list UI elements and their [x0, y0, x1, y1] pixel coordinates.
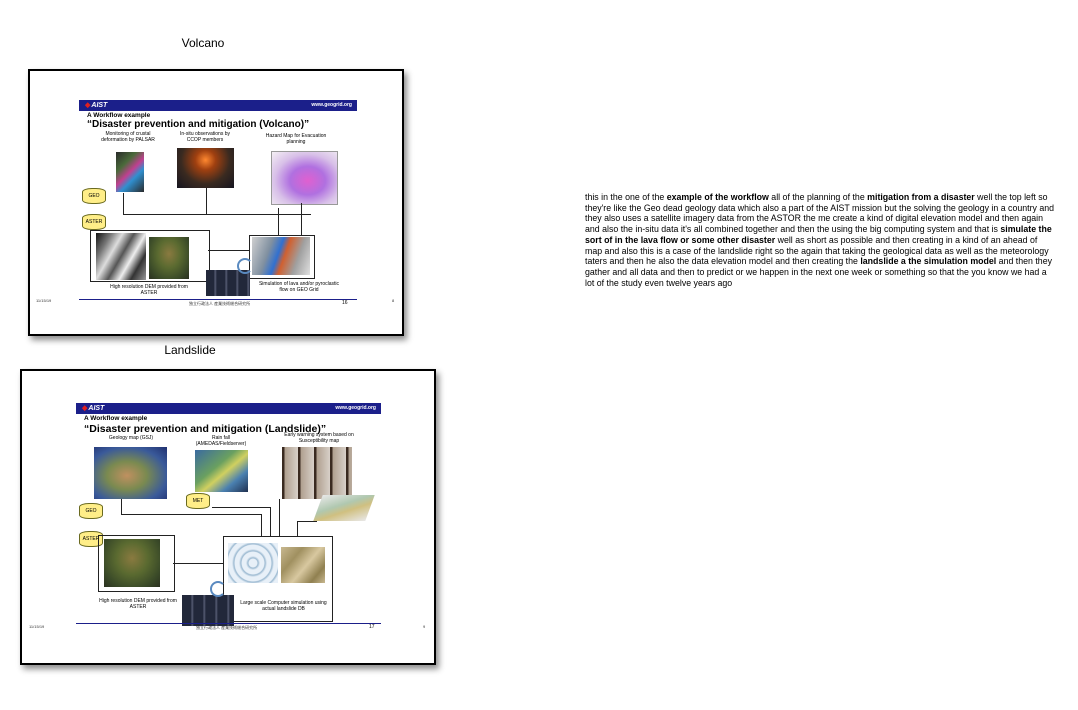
volcano-slide-frame[interactable]: 11/15/19 8 AIST www.geogrid.org A Workfl… [28, 69, 404, 336]
volcano-photo [177, 148, 234, 188]
label-monitoring: Monitoring of crustal deformation by PAL… [101, 131, 155, 143]
connector-line [123, 214, 311, 215]
speaker-notes: this in the one of the example of the wo… [585, 192, 1055, 288]
slide-subtitle: A Workflow example [87, 112, 151, 119]
label-insitu: In-situ observations by CCOP members [179, 131, 231, 143]
neural-network-diagram [228, 543, 278, 583]
arrow-icon [237, 258, 253, 274]
slide-side-number: 9 [423, 624, 426, 629]
dem-grey-image [96, 233, 146, 280]
notes-bold: landslide a the simulation model [860, 256, 997, 267]
geology-map-image [94, 447, 167, 499]
connector-line [121, 514, 261, 515]
label-dem: High resolution DEM provided from ASTER [99, 598, 177, 610]
palsar-image [116, 152, 144, 192]
dem-color-image [104, 539, 160, 587]
slide-header: AIST www.geogrid.org [76, 403, 381, 414]
connector-line [173, 563, 223, 564]
hazard-map-image [271, 151, 338, 205]
volcano-caption: Volcano [181, 36, 225, 50]
landslide-caption: Landslide [164, 343, 216, 357]
aist-logo: AIST [82, 404, 104, 412]
susceptibility-map-image [313, 495, 375, 521]
connector-line [261, 514, 262, 536]
slide-header: AIST www.geogrid.org [79, 100, 357, 111]
connector-line [279, 499, 280, 536]
simulation-image [252, 237, 310, 275]
met-cylinder: MET [186, 493, 210, 509]
warning-system-photo [282, 447, 352, 499]
landslide-map-image [281, 547, 325, 583]
label-simulation: Simulation of lava and/or pyroclastic fl… [258, 281, 340, 293]
notes-bold: example of the workflow [666, 192, 769, 202]
footer-rule [76, 623, 381, 624]
slide-title: “Disaster prevention and mitigation (Vol… [87, 119, 310, 130]
label-computer: Large scale Computer simulation using ac… [240, 600, 327, 612]
notes-text: all of the planning of the [768, 192, 868, 202]
slide-footer: 独立行政法人 産業技術総合研究所 [189, 301, 251, 306]
landslide-slide: AIST www.geogrid.org A Workflow example … [76, 403, 381, 630]
supercomputer-image [182, 595, 234, 626]
slide-subtitle: A Workflow example [84, 415, 148, 422]
slide-date: 11/15/19 [29, 624, 45, 629]
slide-date: 11/15/19 [36, 298, 52, 303]
connector-line [212, 507, 270, 508]
connector-line [206, 188, 207, 214]
connector-line [278, 208, 279, 236]
label-rainfall: Rain fall (AMEDAS/Fieldserver) [195, 435, 247, 447]
connector-line [123, 193, 124, 215]
geo-cylinder: GEO [79, 503, 103, 519]
volcano-slide: AIST www.geogrid.org A Workflow example … [79, 100, 357, 306]
aster-cylinder: ASTER [82, 214, 106, 230]
dem-color-image [149, 237, 189, 279]
connector-line [208, 250, 249, 251]
connector-line [297, 521, 317, 522]
aist-logo: AIST [85, 101, 107, 109]
label-geology: Geology map (GSJ) [108, 435, 154, 441]
rainfall-map-image [195, 450, 248, 492]
connector-line [297, 521, 298, 536]
header-url: www.geogrid.org [335, 405, 376, 411]
header-url: www.geogrid.org [311, 102, 352, 108]
connector-line [121, 499, 122, 515]
slide-page-number: 17 [369, 624, 375, 630]
label-warning: Early warning system based on Susceptibi… [284, 432, 354, 444]
notes-bold: mitigation from a disaster [867, 192, 975, 202]
connector-line [301, 203, 302, 236]
footer-rule [79, 299, 357, 300]
connector-line [270, 507, 271, 536]
slide-footer: 独立行政法人 産業技術総合研究所 [196, 625, 258, 630]
arrow-icon [210, 581, 226, 597]
geo-cylinder: GEO [82, 188, 106, 204]
label-dem: High resolution DEM provided from ASTER [110, 284, 188, 296]
slide-page-number: 16 [342, 300, 348, 306]
landslide-slide-frame[interactable]: 11/15/19 9 AIST www.geogrid.org A Workfl… [20, 369, 436, 665]
slide-side-number: 8 [392, 298, 395, 303]
label-hazard: Hazard Map for Evacuation planning [265, 133, 327, 145]
notes-text: this in the one of the [585, 192, 667, 202]
